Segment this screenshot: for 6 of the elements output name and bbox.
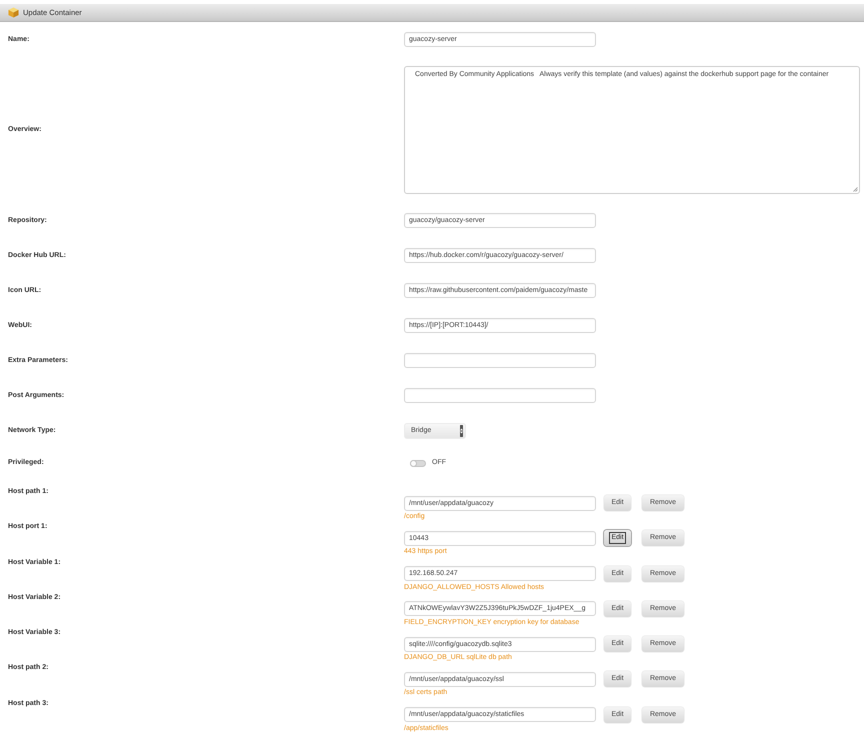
resize-grip-icon[interactable]: [853, 187, 858, 192]
input-field[interactable]: [404, 388, 596, 403]
select-arrows-icon: [459, 424, 464, 438]
cube-icon: [8, 7, 19, 18]
input-field[interactable]: [404, 353, 596, 368]
toggle-switch[interactable]: [410, 460, 426, 466]
